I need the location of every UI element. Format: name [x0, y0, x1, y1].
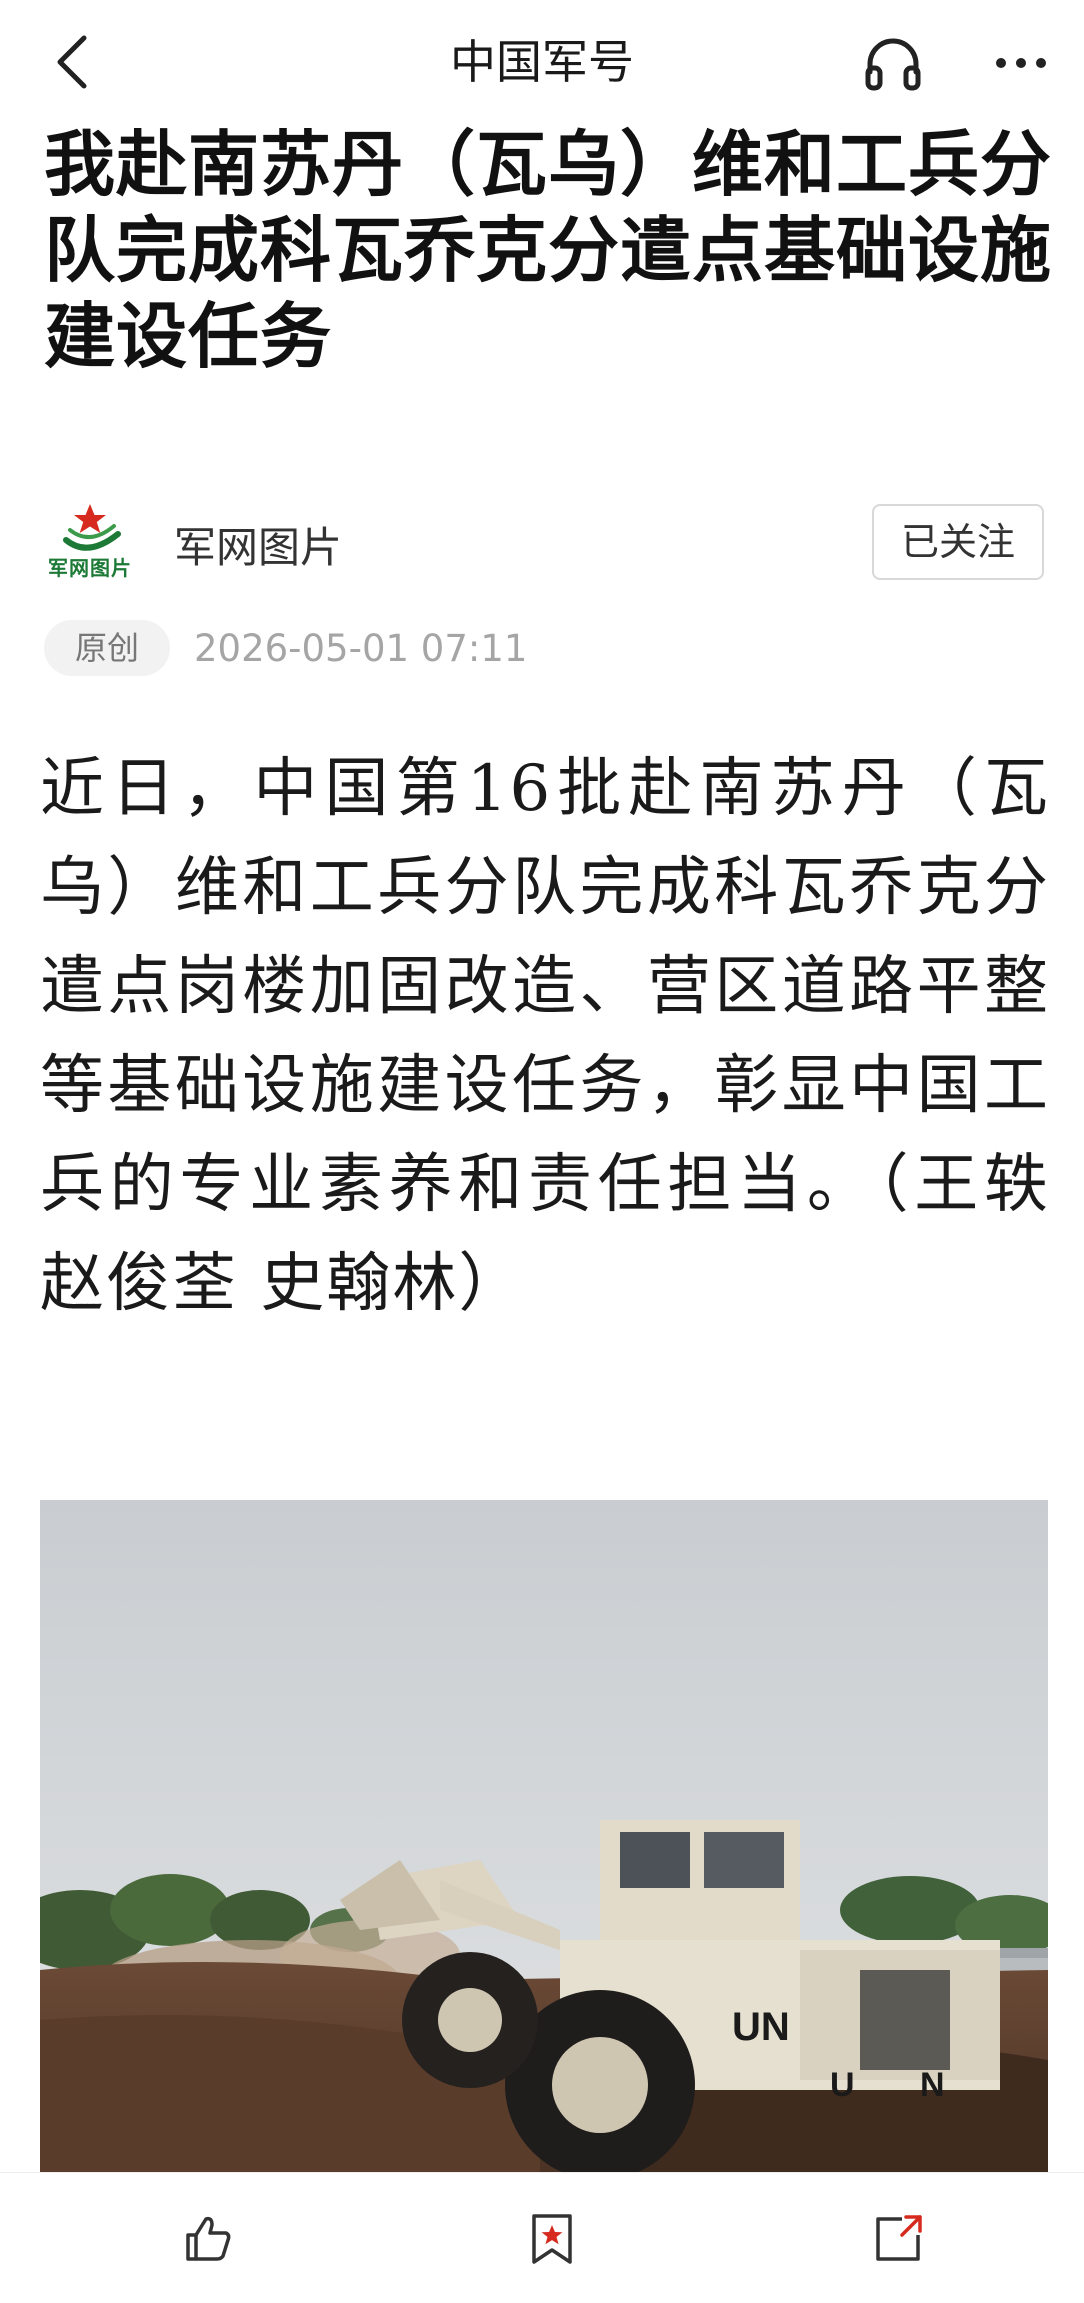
svg-text:U: U	[830, 2066, 855, 2104]
more-button[interactable]	[990, 32, 1052, 94]
more-dots-icon	[996, 58, 1046, 68]
bottom-action-bar	[0, 2172, 1084, 2303]
thumbs-up-icon	[186, 2216, 231, 2261]
author-name[interactable]: 军网图片	[174, 522, 342, 574]
army-star-logo-icon	[63, 504, 121, 551]
author-logo-text: 军网图片	[48, 556, 132, 580]
vehicle-marking-label: UN	[732, 2005, 790, 2049]
author-row: 军网图片 军网图片 已关注	[44, 500, 1044, 590]
article-headline: 我赴南苏丹（瓦乌）维和工兵分队完成科瓦乔克分遣点基础设施建设任务	[44, 123, 1053, 378]
bookmark-star-icon	[532, 2214, 572, 2264]
audio-button[interactable]	[862, 32, 924, 94]
article-photo[interactable]: UN U N	[40, 1500, 1048, 2176]
author-avatar[interactable]: 军网图片	[44, 500, 144, 588]
original-badge: 原创	[44, 620, 170, 676]
svg-text:N: N	[920, 2066, 945, 2104]
article-body: 近日，中国第16批赴南苏丹（瓦乌）维和工兵分队完成科瓦乔克分遣点岗楼加固改造、营…	[40, 752, 1050, 1321]
like-button[interactable]	[180, 2211, 236, 2267]
follow-button[interactable]: 已关注	[872, 504, 1044, 580]
publish-timestamp: 2026-05-01 07:11	[194, 627, 528, 670]
share-button[interactable]	[870, 2211, 926, 2267]
top-bar: 中国军号	[0, 0, 1084, 124]
share-icon	[876, 2215, 922, 2261]
headphones-icon	[865, 38, 921, 91]
favorite-button[interactable]	[524, 2211, 580, 2267]
loader-construction-photo: UN U N	[40, 1500, 1048, 2176]
